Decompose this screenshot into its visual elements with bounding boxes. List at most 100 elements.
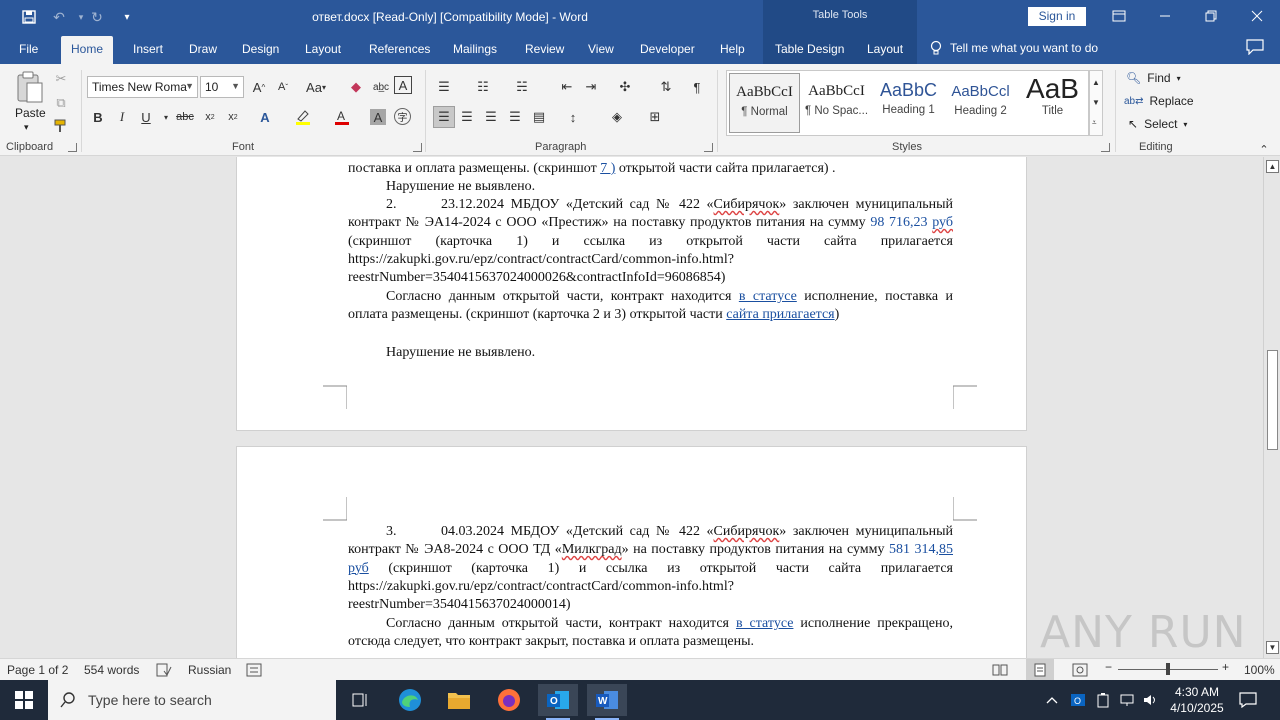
distributed-icon[interactable]: ▤: [528, 106, 550, 128]
paragraph-status-1[interactable]: поставка и оплата размещены. (скриншот 7…: [348, 160, 953, 178]
tab-table-layout[interactable]: Layout: [867, 42, 903, 64]
zoom-level[interactable]: 100%: [1244, 663, 1275, 677]
page-count[interactable]: Page 1 of 2: [7, 663, 68, 677]
accessibility-icon[interactable]: [246, 663, 262, 680]
sort-icon[interactable]: ⇅: [655, 76, 677, 98]
screenshot-link[interactable]: 7 ): [600, 161, 615, 176]
tab-review[interactable]: Review: [525, 42, 564, 64]
windows-start-icon[interactable]: [4, 684, 44, 716]
tab-developer[interactable]: Developer: [640, 42, 695, 64]
status-link[interactable]: в статусе: [736, 616, 793, 631]
align-center-icon[interactable]: ☰: [456, 106, 478, 128]
align-left-icon[interactable]: ☰: [433, 106, 455, 128]
paragraph-launcher-icon[interactable]: [704, 143, 713, 152]
align-right-icon[interactable]: ☰: [480, 106, 502, 128]
copy-icon[interactable]: ⧉: [50, 92, 72, 114]
tab-view[interactable]: View: [588, 42, 614, 64]
comments-icon[interactable]: [1246, 39, 1268, 57]
web-layout-icon[interactable]: [1072, 663, 1088, 680]
superscript-icon[interactable]: x2: [222, 106, 244, 128]
proofing-icon[interactable]: [156, 663, 172, 680]
word-app-icon[interactable]: W: [587, 684, 627, 720]
file-explorer-icon[interactable]: [439, 684, 479, 716]
paragraph-item-3[interactable]: 3. 04.03.2024 МБДОУ «Детский сад № 422 «С…: [348, 523, 953, 614]
tab-help[interactable]: Help: [720, 42, 745, 64]
borders-icon[interactable]: ⊞: [644, 106, 666, 128]
ribbon-display-options-icon[interactable]: [1096, 0, 1142, 32]
document-area[interactable]: поставка и оплата размещены. (скриншот 7…: [0, 157, 1263, 658]
notifications-icon[interactable]: [1236, 684, 1260, 716]
tab-references[interactable]: References: [369, 42, 430, 64]
tab-mailings[interactable]: Mailings: [453, 42, 497, 64]
underline-icon[interactable]: U: [135, 106, 157, 128]
task-view-icon[interactable]: [340, 684, 380, 716]
cut-icon[interactable]: ✂: [50, 68, 72, 90]
vertical-scrollbar[interactable]: ▲ ▼: [1263, 157, 1280, 658]
scroll-down-icon[interactable]: ▼: [1266, 641, 1279, 654]
highlight-color-icon[interactable]: [292, 106, 314, 128]
show-formatting-marks-icon[interactable]: ¶: [686, 76, 708, 98]
paragraph-status-2[interactable]: Согласно данным открытой части, контракт…: [348, 288, 953, 325]
text-effects-icon[interactable]: A: [254, 106, 276, 128]
paragraph-finding-1[interactable]: Нарушение не выявлено.: [348, 178, 953, 196]
format-painter-icon[interactable]: [50, 115, 72, 137]
system-clock[interactable]: 4:30 AM 4/10/2025: [1168, 684, 1226, 716]
italic-icon[interactable]: I: [111, 106, 133, 128]
site-link[interactable]: сайта прилагается: [726, 307, 834, 322]
status-link[interactable]: в статусе: [739, 289, 797, 304]
enclose-characters-icon[interactable]: 字: [394, 108, 411, 125]
font-size-box[interactable]: 10 ▼: [200, 76, 244, 98]
battery-icon[interactable]: [1091, 684, 1115, 716]
style-no-spacing[interactable]: AaBbCcI ¶ No Spac...: [801, 73, 872, 133]
sign-in-button[interactable]: Sign in: [1028, 7, 1086, 26]
replace-button[interactable]: ab⇄ Replace: [1124, 94, 1194, 108]
outlook-icon[interactable]: O: [538, 684, 578, 720]
style-heading-1[interactable]: AaBbC Heading 1: [873, 73, 944, 133]
network-icon[interactable]: [1115, 684, 1139, 716]
styles-scroll-icon[interactable]: ▲ ▼ ⩡: [1089, 70, 1103, 136]
taskbar-search-box[interactable]: Type here to search: [48, 680, 336, 720]
zoom-in-icon[interactable]: +: [1222, 660, 1229, 674]
shrink-font-icon[interactable]: Aˇ: [272, 76, 294, 98]
style-title[interactable]: AaB Title: [1017, 73, 1088, 133]
print-layout-icon[interactable]: [1026, 659, 1054, 680]
character-shading-icon[interactable]: A: [370, 109, 386, 125]
paste-label[interactable]: Paste: [15, 106, 46, 120]
tab-draw[interactable]: Draw: [189, 42, 217, 64]
tab-home[interactable]: Home: [61, 36, 114, 66]
clipboard-launcher-icon[interactable]: [68, 143, 77, 152]
numbering-icon[interactable]: ☷: [472, 76, 494, 98]
edge-browser-icon[interactable]: [390, 684, 430, 716]
bold-icon[interactable]: B: [87, 106, 109, 128]
grow-font-icon[interactable]: A ^: [248, 76, 270, 98]
minimize-icon[interactable]: [1142, 0, 1188, 32]
show-hidden-icons-icon[interactable]: [1040, 684, 1064, 716]
asian-layout-icon[interactable]: ✣: [614, 76, 636, 98]
paragraph-item-2[interactable]: 2. 23.12.2024 МБДОУ «Детский сад № 422 «С…: [348, 196, 953, 287]
multilevel-list-icon[interactable]: ☵: [511, 76, 533, 98]
paste-icon[interactable]: [14, 70, 46, 106]
firefox-icon[interactable]: [489, 684, 529, 716]
font-color-icon[interactable]: A: [331, 106, 353, 128]
volume-icon[interactable]: [1139, 684, 1163, 716]
scroll-up-icon[interactable]: ▲: [1266, 160, 1279, 173]
justify-icon[interactable]: ☰: [504, 106, 526, 128]
style-heading-2[interactable]: AaBbCcl Heading 2: [945, 73, 1016, 133]
strikethrough-icon[interactable]: abc: [174, 106, 196, 128]
style-normal[interactable]: AaBbCcI ¶ Normal: [729, 73, 800, 133]
line-spacing-icon[interactable]: ↕: [562, 106, 584, 128]
scroll-thumb[interactable]: [1267, 350, 1278, 450]
tab-design[interactable]: Design: [242, 42, 279, 64]
change-case-icon[interactable]: Aa ▾: [301, 76, 331, 98]
font-name-box[interactable]: Times New Roma ▼: [87, 76, 198, 98]
zoom-slider-thumb[interactable]: [1166, 663, 1170, 675]
decrease-indent-icon[interactable]: ⇤: [556, 76, 578, 98]
close-icon[interactable]: [1234, 0, 1280, 32]
font-launcher-icon[interactable]: [413, 143, 422, 152]
select-button[interactable]: ↖ Select ▾: [1128, 117, 1187, 131]
tab-layout[interactable]: Layout: [305, 42, 341, 64]
find-button[interactable]: 🔍︎ Find ▾: [1126, 71, 1181, 85]
tell-me-box[interactable]: Tell me what you want to do: [930, 40, 1098, 56]
restore-icon[interactable]: [1188, 0, 1234, 32]
subscript-icon[interactable]: x2: [199, 106, 221, 128]
